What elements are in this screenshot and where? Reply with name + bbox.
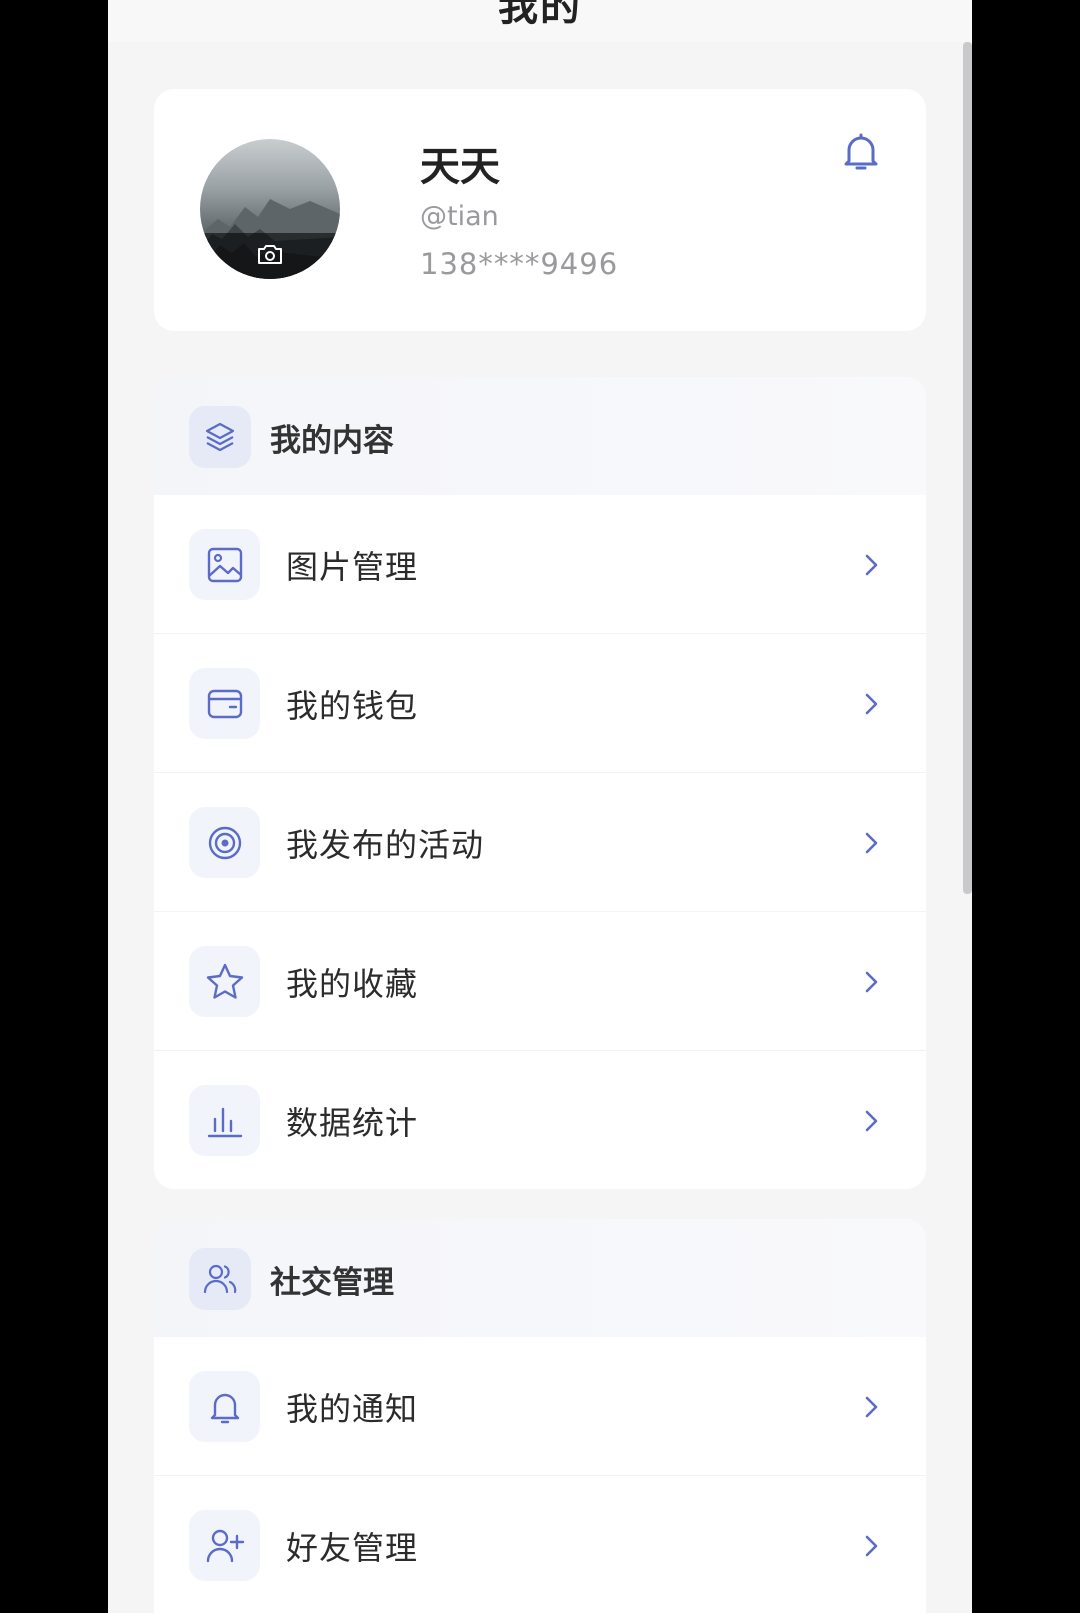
scrollbar[interactable] (963, 42, 972, 894)
chevron-right-icon (865, 1110, 878, 1132)
section-header: 我的内容 (154, 377, 926, 495)
menu-item-notifications[interactable]: 我的通知 (154, 1337, 926, 1476)
menu-item-friends[interactable]: 好友管理 (154, 1476, 926, 1613)
chevron-right-icon (865, 1396, 878, 1418)
top-bar: 我的 (108, 0, 972, 42)
menu-item-label: 我发布的活动 (286, 826, 485, 864)
page-title: 我的 (498, 0, 582, 30)
image-icon (189, 529, 260, 600)
bar-chart-icon (189, 1085, 260, 1156)
user-handle: @tian (420, 201, 499, 232)
chevron-right-icon (865, 554, 878, 576)
profile-screen: 我的 天天 @tian 138****9496 我的内容 图片管理 我的钱包 我… (108, 0, 972, 1613)
notification-bell-icon[interactable] (838, 129, 884, 175)
menu-item-image-management[interactable]: 图片管理 (154, 495, 926, 634)
menu-item-label: 我的收藏 (286, 965, 419, 1003)
menu-item-label: 我的通知 (286, 1390, 419, 1428)
menu-item-label: 我的钱包 (286, 687, 419, 725)
camera-icon[interactable] (256, 242, 284, 266)
section-header: 社交管理 (154, 1219, 926, 1337)
menu-item-label: 数据统计 (286, 1104, 419, 1142)
bell-icon (189, 1371, 260, 1442)
phone-number: 138****9496 (420, 247, 619, 281)
star-icon (189, 946, 260, 1017)
chevron-right-icon (865, 1535, 878, 1557)
menu-item-favorites[interactable]: 我的收藏 (154, 912, 926, 1051)
users-icon (189, 1248, 251, 1310)
section-title: 我的内容 (270, 423, 394, 459)
user-plus-icon (189, 1510, 260, 1581)
my-content-section: 我的内容 图片管理 我的钱包 我发布的活动 我的收藏 数据统计 (154, 377, 926, 1189)
section-title: 社交管理 (270, 1265, 394, 1301)
wallet-icon (189, 668, 260, 739)
avatar[interactable] (200, 139, 340, 279)
layers-icon (189, 406, 251, 468)
social-management-section: 社交管理 我的通知 好友管理 (154, 1219, 926, 1613)
username: 天天 (420, 144, 500, 190)
chevron-right-icon (865, 693, 878, 715)
target-icon (189, 807, 260, 878)
menu-item-wallet[interactable]: 我的钱包 (154, 634, 926, 773)
menu-item-my-activities[interactable]: 我发布的活动 (154, 773, 926, 912)
chevron-right-icon (865, 971, 878, 993)
chevron-right-icon (865, 832, 878, 854)
menu-item-label: 好友管理 (286, 1529, 419, 1567)
profile-card: 天天 @tian 138****9496 (154, 89, 926, 331)
menu-item-statistics[interactable]: 数据统计 (154, 1051, 926, 1189)
menu-item-label: 图片管理 (286, 548, 419, 586)
